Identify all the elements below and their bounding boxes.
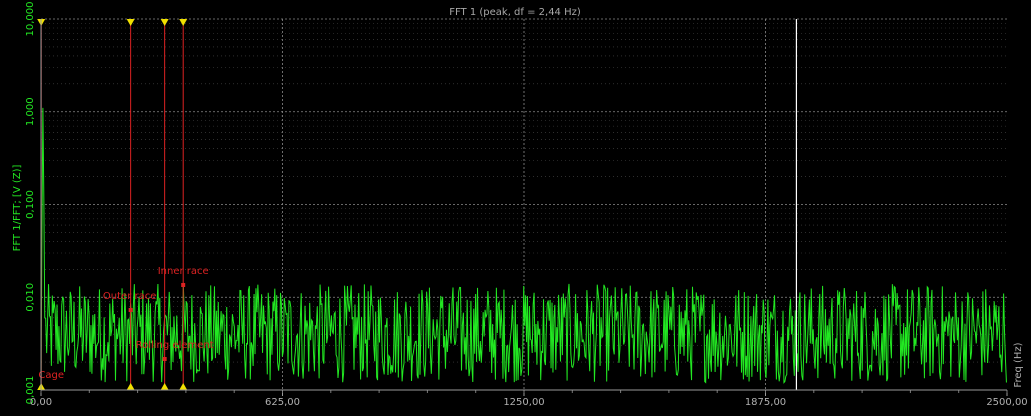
marker-point [128,308,133,312]
x-tick-label: 625,00 [265,397,300,408]
marker-point [162,357,167,361]
y-tick-label: 1,000 [25,97,36,126]
marker-label: Cage [38,370,64,381]
marker-label: Outer race [103,291,156,302]
x-tick-label: 1875,00 [745,397,786,408]
x-tick-label: 2500,00 [986,397,1027,408]
chart-title: FFT 1 (peak, df = 2,44 Hz) [449,7,581,18]
marker-point [181,283,186,287]
marker-label: Inner race [158,266,209,277]
fft-chart: CageOuter raceRolling elementInner race … [0,0,1031,416]
x-tick-label: 0,00 [30,397,52,408]
y-tick-label: 10,000 [25,2,36,37]
marker-label: Rolling element [136,340,214,351]
y-tick-label: 0,100 [25,190,36,219]
y-axis-label: FFT 1/FFT; [V (Z)] [12,165,23,252]
x-tick-label: 1250,00 [503,397,544,408]
x-axis-label: Freq (Hz) [1013,342,1024,387]
y-tick-label: 0,010 [25,283,36,312]
